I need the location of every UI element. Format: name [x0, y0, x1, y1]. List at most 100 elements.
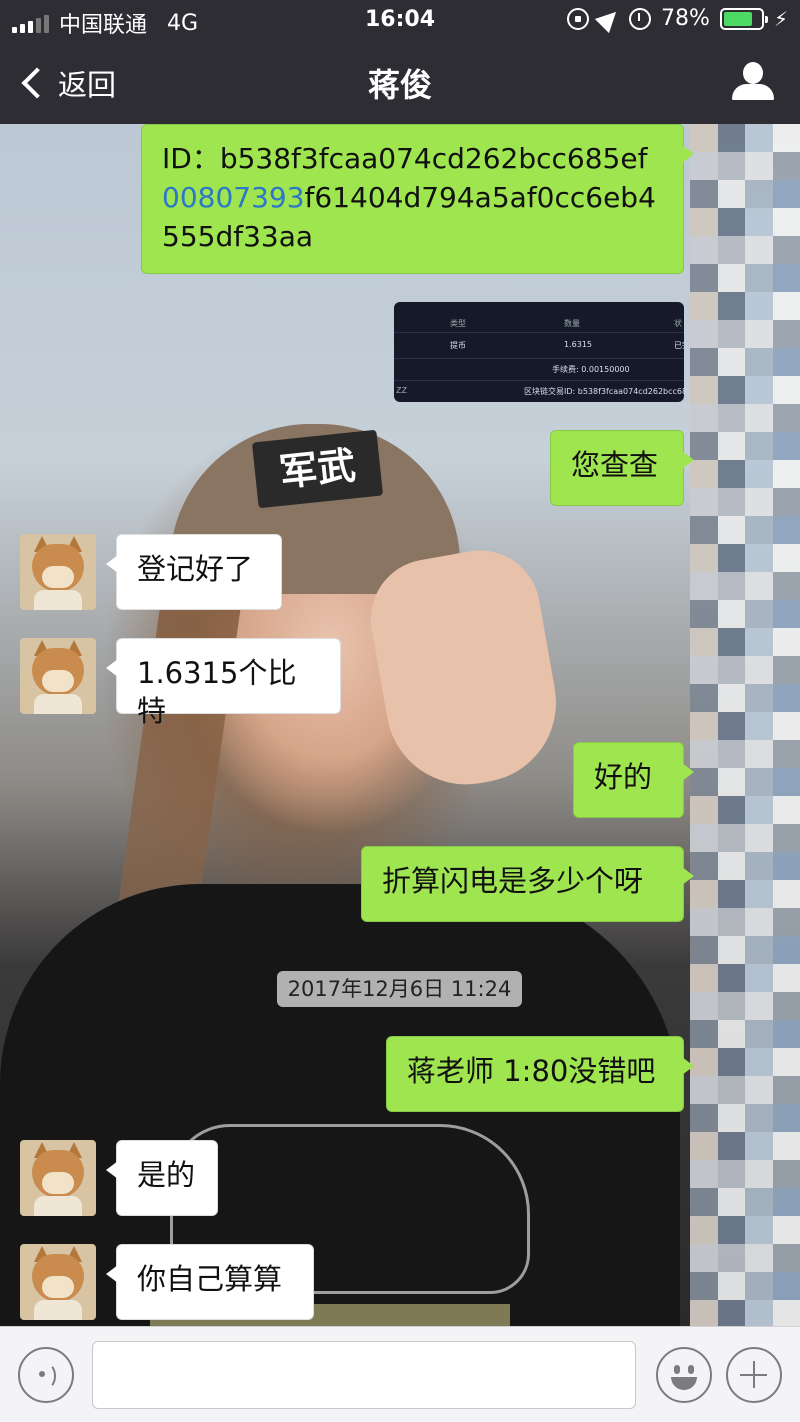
contact-avatar[interactable] [20, 1244, 96, 1320]
redaction-cell [772, 180, 800, 208]
redaction-cell [690, 488, 718, 516]
redaction-cell [745, 740, 773, 768]
message-bubble-out[interactable]: 您查查 [550, 430, 694, 506]
redaction-cell [690, 264, 718, 292]
cap-patch-text: 军武 [277, 443, 358, 495]
redaction-cell [772, 600, 800, 628]
redaction-cell [745, 880, 773, 908]
voice-icon[interactable] [18, 1347, 74, 1403]
redaction-cell [772, 1132, 800, 1160]
nav-bar: 返回 蒋俊 [0, 40, 800, 124]
redaction-cell [717, 600, 745, 628]
redaction-cell [772, 208, 800, 236]
redaction-cell [745, 124, 773, 152]
redaction-cell [690, 1244, 718, 1272]
redaction-cell [745, 1132, 773, 1160]
redaction-cell [717, 488, 745, 516]
redaction-cell [745, 292, 773, 320]
redaction-cell [717, 264, 745, 292]
redaction-cell [690, 404, 718, 432]
redaction-cell [745, 1216, 773, 1244]
redaction-cell [690, 628, 718, 656]
message-bubble-out[interactable]: 蒋老师 1:80没错吧 [386, 1036, 694, 1112]
contact-avatar[interactable] [20, 638, 96, 714]
profile-icon[interactable] [732, 62, 774, 102]
pixelated-redaction [690, 124, 800, 1326]
redaction-cell [772, 908, 800, 936]
battery-percent: 78% [661, 6, 710, 31]
redaction-cell [745, 1272, 773, 1300]
redaction-cell [772, 1160, 800, 1188]
redaction-cell [717, 936, 745, 964]
redaction-cell [690, 1132, 718, 1160]
redaction-cell [772, 1076, 800, 1104]
redaction-cell [690, 1272, 718, 1300]
redaction-cell [772, 460, 800, 488]
shot-amount-value: 1.6315 [564, 340, 592, 349]
redaction-cell [772, 1104, 800, 1132]
redaction-cell [717, 1244, 745, 1272]
message-bubble-out[interactable]: ID：b538f3fcaa074cd262bcc685ef00807393f61… [141, 124, 694, 274]
redaction-cell [717, 208, 745, 236]
shot-fee: 手续费: 0.00150000 [552, 365, 630, 374]
battery-icon [719, 7, 768, 30]
shot-type-value: 提币 [450, 341, 466, 350]
redaction-cell [717, 152, 745, 180]
redaction-cell [690, 320, 718, 348]
redaction-cell [690, 1104, 718, 1132]
redaction-cell [690, 600, 718, 628]
redaction-cell [772, 852, 800, 880]
redaction-cell [717, 992, 745, 1020]
redaction-cell [745, 1104, 773, 1132]
message-text: ID：b538f3fcaa074cd262bcc685ef [162, 142, 648, 175]
redaction-cell [745, 208, 773, 236]
redaction-cell [745, 992, 773, 1020]
redaction-cell [717, 432, 745, 460]
redaction-cell [745, 936, 773, 964]
message-bubble-out[interactable]: 折算闪电是多少个呀 [361, 846, 694, 922]
redaction-cell [690, 1188, 718, 1216]
redaction-cell [717, 1076, 745, 1104]
plus-icon[interactable] [726, 1347, 782, 1403]
redaction-cell [772, 656, 800, 684]
redaction-cell [772, 824, 800, 852]
message-bubble-in[interactable]: 1.6315个比特 [106, 638, 341, 728]
redaction-cell [690, 1216, 718, 1244]
redaction-cell [745, 656, 773, 684]
redaction-cell [772, 1272, 800, 1300]
message-link[interactable]: 00807393 [162, 181, 305, 214]
contact-avatar[interactable] [20, 1140, 96, 1216]
redaction-cell [745, 684, 773, 712]
message-bubble-in[interactable]: 你自己算算 [106, 1244, 314, 1320]
redaction-cell [690, 992, 718, 1020]
charging-icon: ⚡ [773, 6, 788, 31]
message-bubble-in[interactable]: 是的 [106, 1140, 218, 1216]
message-bubble-out[interactable]: 好的 [573, 742, 694, 818]
redaction-cell [772, 320, 800, 348]
redaction-cell [690, 572, 718, 600]
redaction-cell [717, 404, 745, 432]
redaction-cell [717, 880, 745, 908]
redaction-cell [772, 432, 800, 460]
message-bubble-in[interactable]: 登记好了 [106, 534, 282, 610]
redaction-cell [717, 516, 745, 544]
redaction-cell [690, 796, 718, 824]
redaction-cell [690, 1160, 718, 1188]
redaction-cell [745, 544, 773, 572]
background-photo-hand [361, 540, 569, 798]
contact-avatar[interactable] [20, 534, 96, 610]
alarm-icon [629, 7, 652, 30]
message-input[interactable] [92, 1341, 636, 1409]
redaction-cell [690, 656, 718, 684]
emoji-icon[interactable] [656, 1347, 712, 1403]
message-image-screenshot[interactable]: 类型 数量 状 提币 1.6315 已完 手续费: 0.00150000 ZZ … [394, 302, 684, 402]
redaction-cell [690, 152, 718, 180]
redaction-cell [690, 880, 718, 908]
message-text: 蒋老师 1:80没错吧 [407, 1054, 656, 1088]
redaction-cell [690, 124, 718, 152]
redaction-cell [772, 740, 800, 768]
redaction-cell [745, 712, 773, 740]
redaction-cell [745, 768, 773, 796]
redaction-cell [745, 1076, 773, 1104]
background-photo-cap-patch: 军武 [251, 429, 384, 509]
